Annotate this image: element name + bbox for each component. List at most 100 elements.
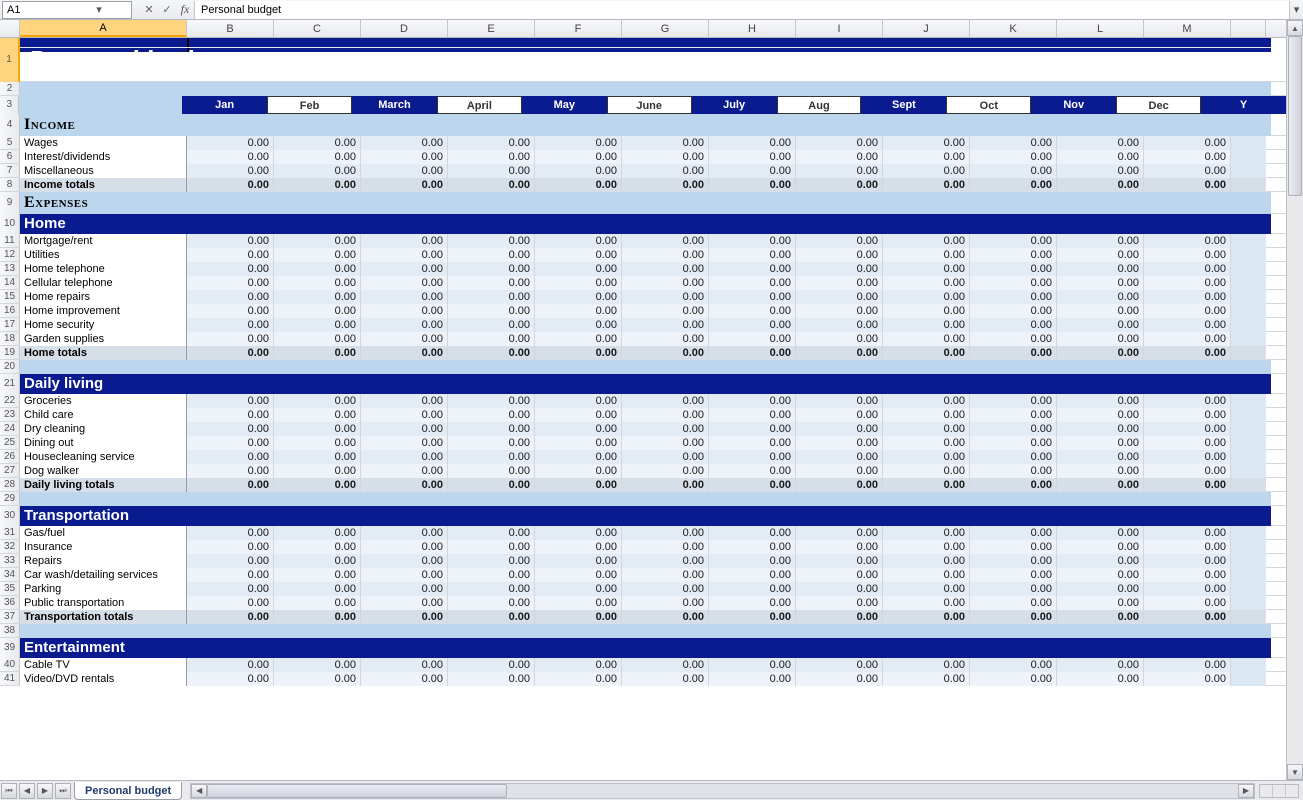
- row-header[interactable]: 17: [0, 318, 20, 331]
- row-header[interactable]: 26: [0, 450, 20, 463]
- expand-formula-bar-icon[interactable]: ▾: [1289, 1, 1303, 19]
- data-cell[interactable]: 0.00: [796, 234, 883, 248]
- data-cell[interactable]: 0.00: [187, 478, 274, 492]
- data-cell[interactable]: 0.00: [274, 346, 361, 360]
- data-cell[interactable]: 0.00: [796, 658, 883, 672]
- data-cell[interactable]: 0.00: [622, 672, 709, 686]
- data-cell[interactable]: 0.00: [709, 164, 796, 178]
- data-cell[interactable]: 0.00: [1144, 526, 1231, 540]
- data-cell[interactable]: 0.00: [187, 526, 274, 540]
- row-header[interactable]: 35: [0, 582, 20, 595]
- data-cell[interactable]: 0.00: [1144, 568, 1231, 582]
- data-cell[interactable]: 0.00: [796, 422, 883, 436]
- data-cell[interactable]: 0.00: [622, 248, 709, 262]
- row-label[interactable]: Miscellaneous: [20, 164, 187, 178]
- data-cell[interactable]: 0.00: [1144, 450, 1231, 464]
- horizontal-scroll-thumb[interactable]: [207, 784, 507, 798]
- data-cell[interactable]: 0.00: [448, 150, 535, 164]
- data-cell[interactable]: 0.00: [709, 568, 796, 582]
- data-cell[interactable]: 0.00: [970, 318, 1057, 332]
- row-label[interactable]: Cellular telephone: [20, 276, 187, 290]
- data-cell[interactable]: 0.00: [535, 554, 622, 568]
- data-cell[interactable]: 0.00: [535, 596, 622, 610]
- data-cell[interactable]: 0.00: [1057, 332, 1144, 346]
- data-cell[interactable]: 0.00: [1057, 596, 1144, 610]
- data-cell[interactable]: 0.00: [1057, 582, 1144, 596]
- name-box-dropdown-icon[interactable]: ▾: [67, 3, 131, 16]
- row-header[interactable]: 10: [0, 214, 20, 234]
- data-cell[interactable]: 0.00: [448, 540, 535, 554]
- data-cell[interactable]: 0.00: [448, 450, 535, 464]
- row-header[interactable]: 7: [0, 164, 20, 177]
- data-cell[interactable]: 0.00: [187, 164, 274, 178]
- data-cell[interactable]: 0.00: [709, 450, 796, 464]
- data-cell[interactable]: 0.00: [361, 262, 448, 276]
- column-header-F[interactable]: F: [535, 20, 622, 37]
- data-cell[interactable]: 0.00: [709, 276, 796, 290]
- data-cell[interactable]: 0.00: [535, 610, 622, 624]
- data-cell[interactable]: 0.00: [1057, 610, 1144, 624]
- data-cell[interactable]: 0.00: [187, 234, 274, 248]
- data-cell[interactable]: 0.00: [883, 234, 970, 248]
- data-cell[interactable]: 0.00: [883, 540, 970, 554]
- data-cell[interactable]: 0.00: [535, 450, 622, 464]
- data-cell[interactable]: 0.00: [970, 332, 1057, 346]
- worksheet-area[interactable]: ABCDEFGHIJKLM 1Personal budget23JanFebMa…: [0, 20, 1286, 780]
- row-label[interactable]: Home telephone: [20, 262, 187, 276]
- data-cell[interactable]: 0.00: [796, 178, 883, 192]
- data-cell[interactable]: 0.00: [535, 672, 622, 686]
- data-cell[interactable]: 0.00: [1144, 346, 1231, 360]
- data-cell[interactable]: 0.00: [274, 394, 361, 408]
- data-cell[interactable]: 0.00: [883, 478, 970, 492]
- data-cell[interactable]: 0.00: [796, 478, 883, 492]
- data-cell[interactable]: 0.00: [796, 346, 883, 360]
- data-cell[interactable]: 0.00: [622, 150, 709, 164]
- data-cell[interactable]: 0.00: [622, 436, 709, 450]
- data-cell[interactable]: 0.00: [622, 596, 709, 610]
- data-cell[interactable]: 0.00: [970, 346, 1057, 360]
- data-cell[interactable]: 0.00: [796, 450, 883, 464]
- data-cell[interactable]: 0.00: [535, 178, 622, 192]
- data-cell[interactable]: 0.00: [883, 248, 970, 262]
- data-cell[interactable]: 0.00: [448, 658, 535, 672]
- data-cell[interactable]: 0.00: [970, 582, 1057, 596]
- data-cell[interactable]: 0.00: [535, 164, 622, 178]
- data-cell[interactable]: 0.00: [274, 450, 361, 464]
- data-cell[interactable]: 0.00: [187, 582, 274, 596]
- data-cell[interactable]: 0.00: [274, 304, 361, 318]
- data-cell[interactable]: 0.00: [970, 304, 1057, 318]
- data-cell[interactable]: 0.00: [361, 610, 448, 624]
- row-header[interactable]: 20: [0, 360, 20, 373]
- column-header-G[interactable]: G: [622, 20, 709, 37]
- data-cell[interactable]: 0.00: [274, 318, 361, 332]
- data-cell[interactable]: 0.00: [1057, 394, 1144, 408]
- data-cell[interactable]: 0.00: [187, 150, 274, 164]
- data-cell[interactable]: 0.00: [535, 408, 622, 422]
- data-cell[interactable]: 0.00: [970, 554, 1057, 568]
- select-all-corner[interactable]: [0, 20, 20, 37]
- data-cell[interactable]: 0.00: [1057, 526, 1144, 540]
- data-cell[interactable]: 0.00: [970, 248, 1057, 262]
- data-cell[interactable]: 0.00: [970, 436, 1057, 450]
- data-cell[interactable]: 0.00: [535, 478, 622, 492]
- data-cell[interactable]: 0.00: [274, 178, 361, 192]
- data-cell[interactable]: 0.00: [535, 540, 622, 554]
- data-cell[interactable]: 0.00: [274, 234, 361, 248]
- data-cell[interactable]: 0.00: [796, 318, 883, 332]
- data-cell[interactable]: 0.00: [970, 290, 1057, 304]
- data-cell[interactable]: 0.00: [970, 450, 1057, 464]
- data-cell[interactable]: 0.00: [622, 262, 709, 276]
- vertical-scroll-thumb[interactable]: [1288, 36, 1302, 196]
- data-cell[interactable]: 0.00: [361, 422, 448, 436]
- data-cell[interactable]: 0.00: [883, 346, 970, 360]
- data-cell[interactable]: 0.00: [883, 568, 970, 582]
- row-header[interactable]: 24: [0, 422, 20, 435]
- data-cell[interactable]: 0.00: [361, 450, 448, 464]
- data-cell[interactable]: 0.00: [1144, 408, 1231, 422]
- data-cell[interactable]: 0.00: [448, 582, 535, 596]
- data-cell[interactable]: 0.00: [622, 568, 709, 582]
- data-cell[interactable]: 0.00: [883, 394, 970, 408]
- row-header[interactable]: 30: [0, 506, 20, 526]
- next-sheet-icon[interactable]: ▶: [37, 783, 53, 799]
- data-cell[interactable]: 0.00: [622, 582, 709, 596]
